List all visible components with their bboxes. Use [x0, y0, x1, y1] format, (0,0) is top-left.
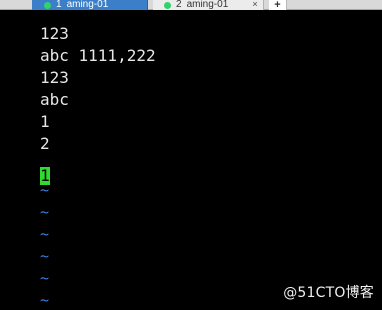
- terminal-line: 2: [40, 134, 50, 153]
- empty-line-marker: ~: [40, 291, 50, 309]
- tab-title: aming-01: [186, 0, 229, 10]
- tab-number: 2: [176, 0, 182, 10]
- terminal-output: 123 abc 1111,222 123 abc 1 2 1 ~ ~ ~ ~ ~…: [0, 10, 382, 310]
- terminal-line: abc: [40, 90, 69, 109]
- tab-bar: 1 aming-01 2 aming-01 × +: [0, 0, 382, 11]
- terminal-line: 123: [40, 68, 69, 87]
- empty-line-marker: ~: [40, 225, 50, 243]
- empty-line-marker: ~: [40, 181, 50, 199]
- tab-number: 1: [56, 0, 62, 10]
- watermark-text: @51CTO博客: [283, 285, 374, 301]
- terminal-line: 1: [40, 112, 50, 131]
- connected-status-icon: [44, 1, 51, 9]
- close-icon[interactable]: ×: [251, 0, 259, 9]
- empty-line-marker: ~: [40, 269, 50, 287]
- terminal-line: 123: [40, 24, 69, 43]
- empty-line-marker: ~: [40, 203, 50, 221]
- add-tab-button[interactable]: +: [269, 0, 287, 11]
- tab-session-1[interactable]: 1 aming-01: [32, 0, 148, 10]
- terminal-line: abc 1111,222: [40, 46, 156, 65]
- connected-status-icon: [164, 1, 171, 9]
- tab-title: aming-01: [66, 0, 109, 10]
- tab-session-2[interactable]: 2 aming-01 ×: [153, 0, 264, 10]
- empty-line-marker: ~: [40, 247, 50, 265]
